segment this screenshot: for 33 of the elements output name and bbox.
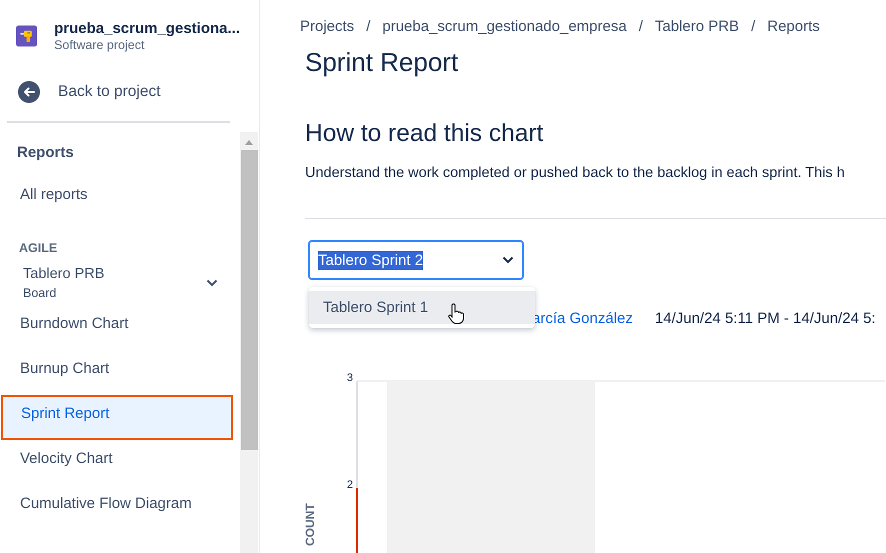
breadcrumb-separator: /	[638, 18, 643, 35]
report-link[interactable]: Burndown Chart	[0, 305, 240, 350]
chevron-down-icon	[502, 256, 514, 264]
all-reports-link[interactable]: All reports	[0, 176, 240, 221]
axis-tick-label: 3	[346, 372, 353, 384]
report-link[interactable]: Sprint Report	[1, 395, 233, 440]
sidebar-heading: Reports	[17, 144, 75, 161]
scrollbar-thumb[interactable]	[240, 150, 258, 450]
section-title: How to read this chart	[305, 120, 544, 148]
axis-tick-label: 2	[346, 479, 353, 491]
description-text: Understand the work completed or pushed back to the backlog in each sprint. This h	[305, 165, 846, 181]
breadcrumb-link[interactable]: Reports	[767, 18, 820, 35]
drill-icon	[16, 24, 38, 48]
breadcrumb-link[interactable]: Projects	[300, 18, 354, 35]
breadcrumb-separator: /	[751, 18, 756, 35]
board-selector[interactable]: Tablero PRB Board	[23, 266, 240, 300]
date-range: 14/Jun/24 5:11 PM - 14/Jun/24 5:	[654, 310, 876, 326]
back-link[interactable]: Back to project	[18, 81, 240, 103]
breadcrumb-link[interactable]: Tablero PRB	[654, 18, 740, 35]
breadcrumb-separator: /	[366, 18, 370, 35]
axis-title: COUNT	[303, 503, 317, 546]
page-title: Sprint Report	[305, 47, 460, 78]
report-link[interactable]: Velocity Chart	[0, 440, 240, 485]
dropdown-option[interactable]: Tablero Sprint 1	[309, 291, 535, 324]
report-link[interactable]: Cumulative Flow Diagram	[0, 485, 240, 530]
section-label: AGILE	[19, 241, 58, 255]
project-type: Software project	[54, 38, 146, 52]
report-link[interactable]: Burnup Chart	[0, 350, 240, 395]
sprint-select[interactable]: Tablero Sprint 2	[308, 240, 524, 280]
project-name: prueba_scrum_gestiona...	[54, 20, 240, 37]
hand-cursor-icon	[447, 303, 465, 325]
breadcrumb-link[interactable]: prueba_scrum_gestionado_empresa	[382, 18, 627, 35]
scroll-up-icon[interactable]	[245, 140, 253, 145]
